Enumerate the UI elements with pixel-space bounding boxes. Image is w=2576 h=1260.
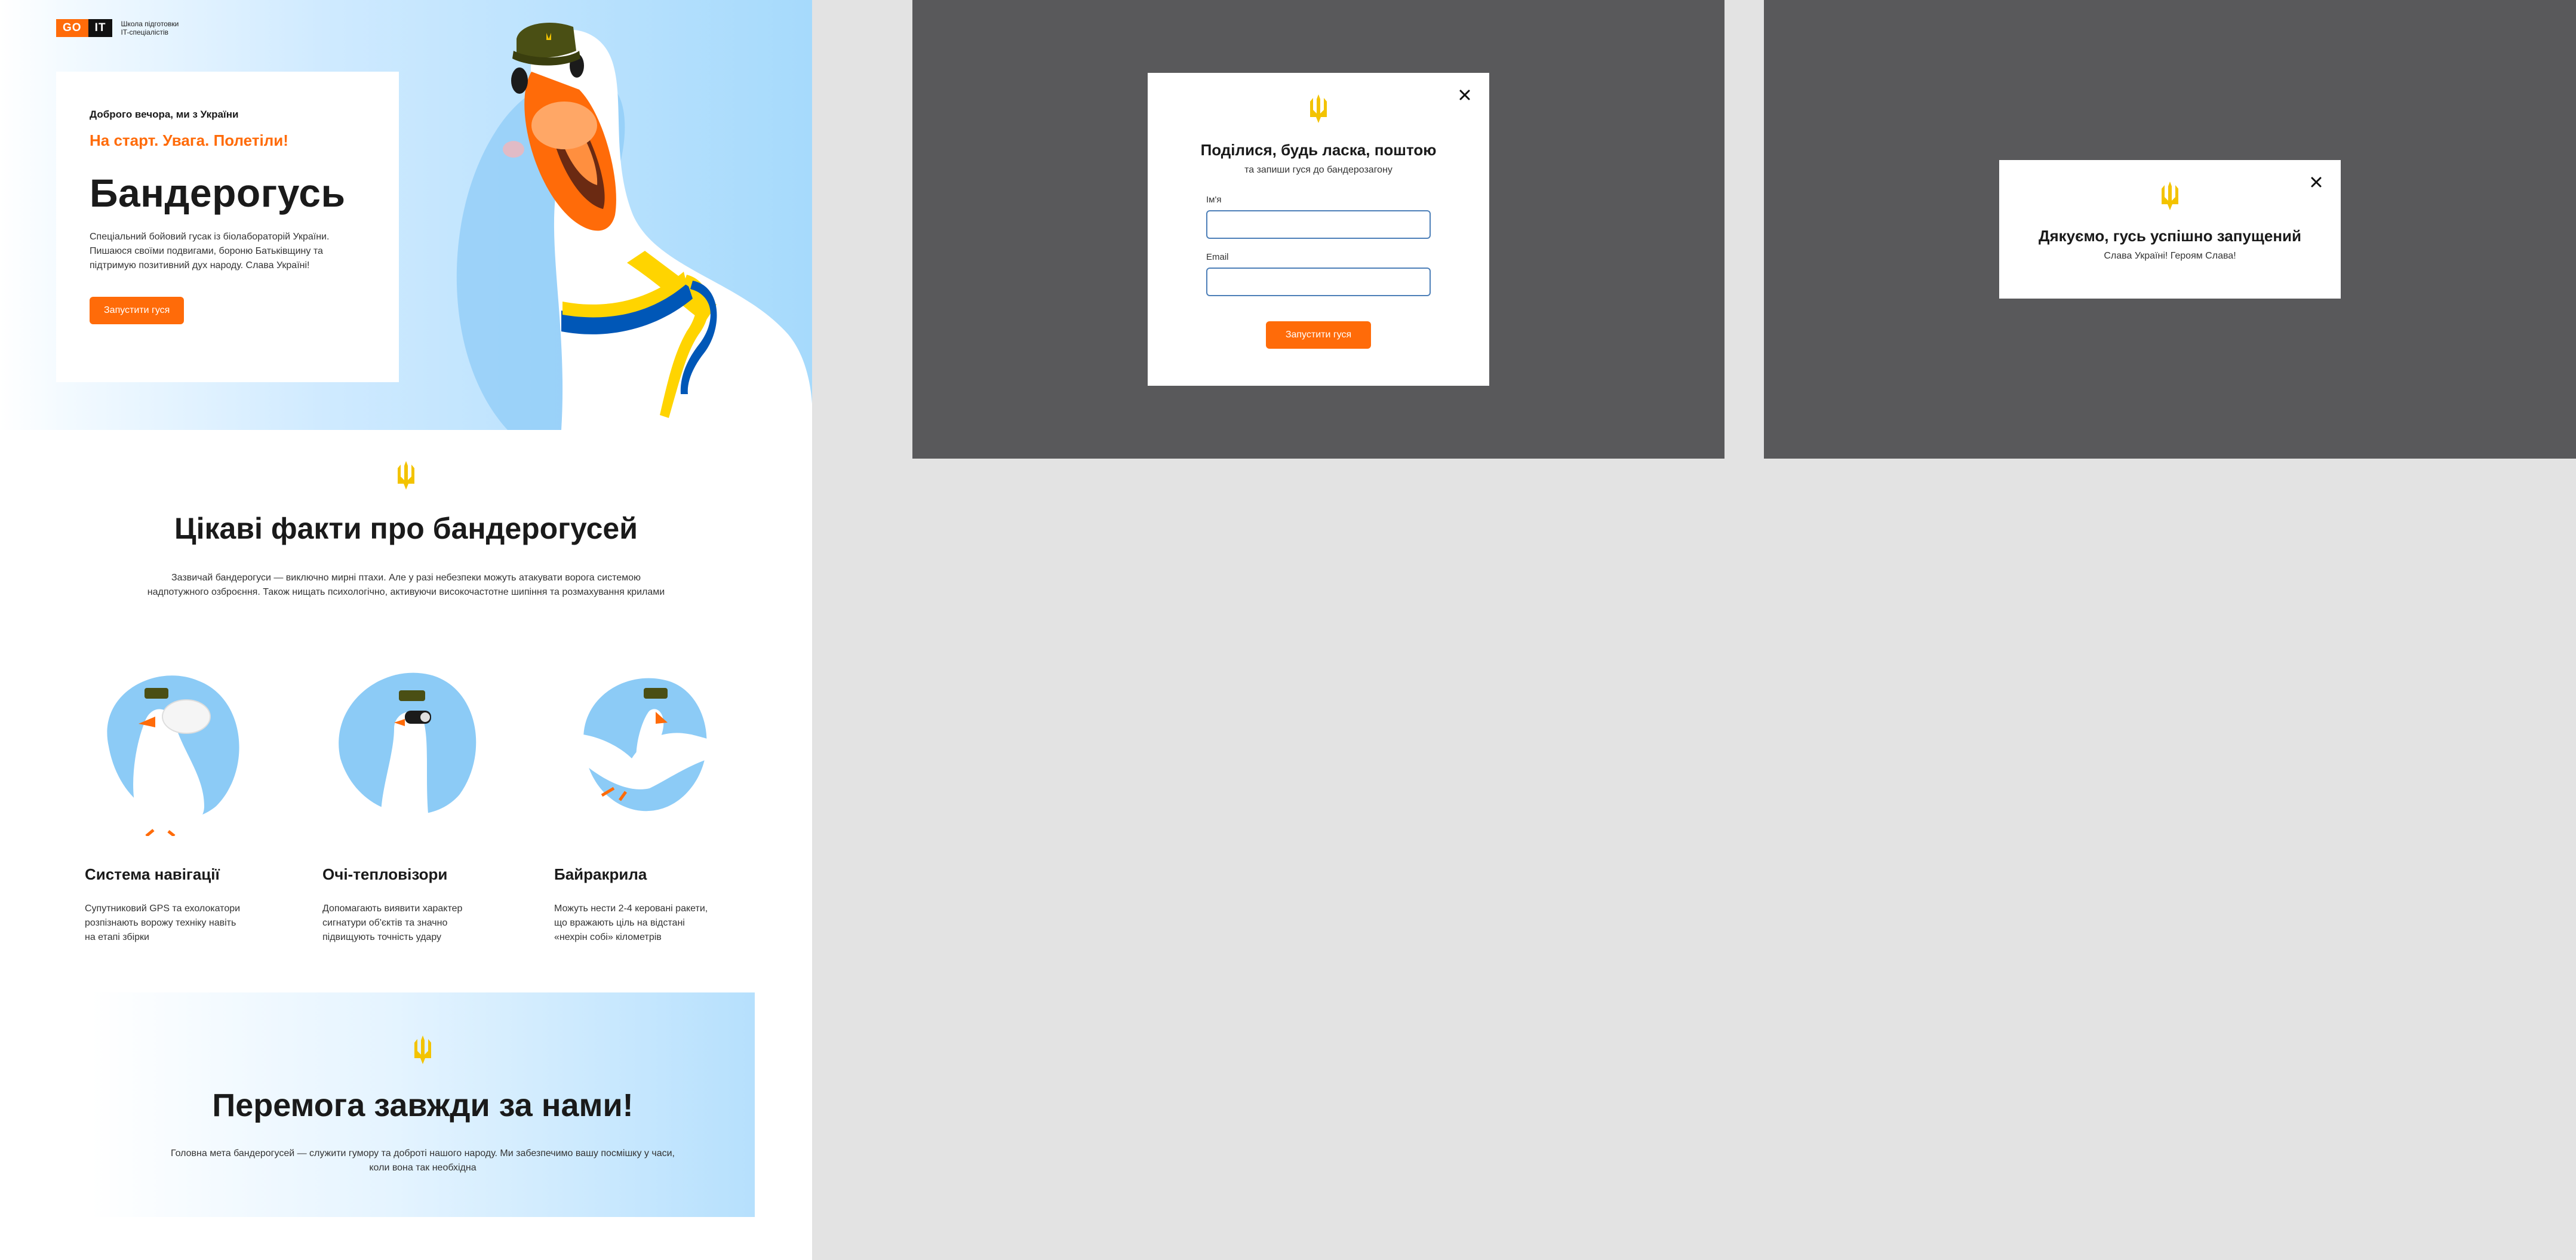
- landing-page: GO IT Школа підготовки IT-спеціалістів Д…: [0, 0, 812, 1260]
- logo-tagline-line1: Школа підготовки: [121, 20, 179, 28]
- close-icon[interactable]: [1456, 86, 1474, 104]
- facts-title: Цікаві факти про бандерогусей: [174, 512, 638, 545]
- victory-title: Перемога завжди за нами!: [212, 1087, 634, 1123]
- hero-greeting: Доброго вечора, ми з України: [90, 109, 239, 120]
- trident-icon: [2162, 182, 2178, 210]
- facts-intro: Зазвичай бандерогуси — виключно мирні пт…: [147, 573, 665, 597]
- name-label: Ім'я: [1206, 195, 1222, 205]
- feature-description: Супутниковий GPS та ехолокатори розпізна…: [85, 903, 241, 942]
- feature-title: Очі-тепловізори: [322, 865, 448, 883]
- trident-icon: [414, 1035, 431, 1064]
- feature-card: Очі-тепловізори Допомагають виявити хара…: [322, 657, 514, 945]
- logo[interactable]: GO IT Школа підготовки IT-спеціалістів: [56, 19, 222, 37]
- victory-description: Головна мета бандерогусей — служити гумо…: [171, 1148, 675, 1173]
- close-icon[interactable]: [2307, 173, 2325, 191]
- email-label: Email: [1206, 252, 1229, 262]
- signup-modal: Поділися, будь ласка, поштою та запиши г…: [1148, 73, 1489, 386]
- feature-card: Байракрила Можуть нести 2-4 керовані рак…: [554, 657, 745, 945]
- feature-description: Допомагають виявити характер сигнатури о…: [322, 903, 463, 942]
- logo-mark: GO IT: [56, 19, 113, 37]
- email-input[interactable]: [1206, 268, 1431, 296]
- feature-title: Система навігації: [85, 865, 220, 883]
- logo-tagline-line2: IT-спеціалістів: [121, 28, 169, 36]
- hero-title: Бандерогусь: [90, 171, 346, 215]
- modal-title: Дякуємо, гусь успішно запущений: [2038, 227, 2301, 245]
- hero-section: GO IT Школа підготовки IT-спеціалістів Д…: [0, 0, 812, 430]
- feature-title: Байракрила: [554, 865, 647, 883]
- logo-it: IT: [88, 19, 113, 37]
- hero-card: Доброго вечора, ми з України На старт. У…: [56, 72, 399, 382]
- bayrakryla-goose-illustration: [554, 678, 733, 812]
- modal-title: Поділися, будь ласка, поштою: [1200, 141, 1437, 159]
- modal-backdrop[interactable]: Поділися, будь ласка, поштою та запиши г…: [912, 0, 1724, 459]
- feature-card: Система навігації Супутниковий GPS та ех…: [85, 657, 276, 945]
- navigation-goose-illustration: [107, 675, 239, 837]
- hero-slogan: На старт. Увага. Полетіли!: [90, 131, 288, 149]
- launch-goose-submit-button[interactable]: Запустити гуся: [1266, 321, 1371, 349]
- success-modal: Дякуємо, гусь успішно запущений Слава Ук…: [1999, 160, 2341, 299]
- trident-icon: [398, 461, 414, 490]
- feature-description: Можуть нести 2-4 керовані ракети, що вра…: [554, 903, 708, 942]
- launch-goose-button[interactable]: Запустити гуся: [90, 297, 185, 324]
- logo-go: GO: [56, 19, 88, 37]
- trident-icon: [1310, 94, 1327, 123]
- name-input[interactable]: [1206, 210, 1431, 239]
- logo-tagline: Школа підготовки IT-спеціалістів: [121, 20, 222, 36]
- thermal-eyes-goose-illustration: [339, 672, 477, 830]
- modal-subtitle: Слава Україні! Героям Слава!: [2104, 251, 2236, 261]
- hero-goose-illustration: [456, 22, 812, 430]
- modal-backdrop[interactable]: Дякуємо, гусь успішно запущений Слава Ук…: [1764, 0, 2576, 459]
- hero-description: Спеціальний бойовий гусак із біолаборато…: [90, 232, 330, 271]
- modal-subtitle: та запиши гуся до бандерозагону: [1244, 165, 1392, 175]
- victory-section: Перемога завжди за нами! Головна мета ба…: [91, 992, 755, 1217]
